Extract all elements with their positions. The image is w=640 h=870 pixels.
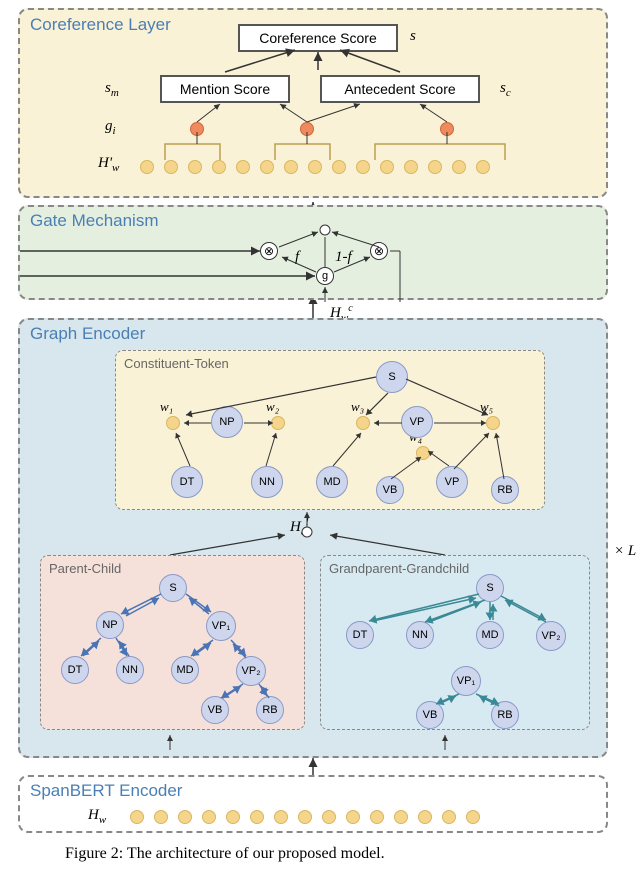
hw-label: Hw <box>88 807 106 826</box>
word-dot <box>416 446 430 460</box>
word-dot <box>356 416 370 430</box>
pc-s: S <box>159 574 187 602</box>
gate-g: g <box>316 267 334 285</box>
pc-md: MD <box>171 656 199 684</box>
gg-rb: RB <box>491 701 519 729</box>
coreference-layer: Coreference Layer Coreference Score Ment… <box>18 8 608 198</box>
spanbert-token-row <box>130 810 480 824</box>
grandparent-title: Grandparent-Grandchild <box>329 561 469 576</box>
multiply-icon: ⊗ <box>260 242 278 260</box>
oneminusf-label: 1-f <box>335 249 352 266</box>
antecedent-score-box: Antecedent Score <box>320 75 480 103</box>
span-rep-dot <box>300 122 314 136</box>
node-rb: RB <box>491 476 519 504</box>
gg-vp1: VP₁ <box>451 666 481 696</box>
node-s: S <box>376 361 408 393</box>
gi-label: gi <box>105 118 116 137</box>
node-np: NP <box>211 406 243 438</box>
gg-md: MD <box>476 621 504 649</box>
pc-vp1: VP₁ <box>206 611 236 641</box>
word-dot <box>271 416 285 430</box>
node-md: MD <box>316 466 348 498</box>
word-dot <box>486 416 500 430</box>
pc-rb: RB <box>256 696 284 724</box>
graph-encoder-title: Graph Encoder <box>30 324 145 344</box>
constituent-token-title: Constituent-Token <box>124 356 229 371</box>
coref-score-box: Coreference Score <box>238 24 398 52</box>
spanbert-title: SpanBERT Encoder <box>30 781 182 801</box>
parent-child-title: Parent-Child <box>49 561 121 576</box>
mention-score-box: Mention Score <box>160 75 290 103</box>
grandparent-block: Grandparent-Grandchild S DT NN MD VP₂ VP… <box>320 555 590 730</box>
figure-caption: Figure 2: The architecture of our propos… <box>65 845 575 863</box>
pc-np: NP <box>96 611 124 639</box>
gg-s: S <box>476 574 504 602</box>
word-dot <box>166 416 180 430</box>
constituent-token-block: Constituent-Token S w₁ w₂ w₃ w₄ w₅ NP VP… <box>115 350 545 510</box>
gate-title: Gate Mechanism <box>30 211 159 231</box>
token-rep-row <box>140 160 490 174</box>
node-dt: DT <box>171 466 203 498</box>
hcl-label: Hcl <box>290 517 309 538</box>
gg-vp2: VP₂ <box>536 621 566 651</box>
multiply-icon: ⊗ <box>370 242 388 260</box>
pc-vb: VB <box>201 696 229 724</box>
token-dot <box>140 160 154 174</box>
pc-nn: NN <box>116 656 144 684</box>
node-vp-inner: VP <box>436 466 468 498</box>
xL-label: × L <box>614 543 636 560</box>
node-vp: VP <box>401 406 433 438</box>
pc-vp2: VP₂ <box>236 656 266 686</box>
span-rep-dot <box>190 122 204 136</box>
gg-dt: DT <box>346 621 374 649</box>
hwprime-label: H'w <box>98 155 119 174</box>
gg-vb: VB <box>416 701 444 729</box>
sm-label: sm <box>105 80 119 99</box>
parent-child-block: Parent-Child S NP VP₁ DT NN MD VP₂ VB RB <box>40 555 305 730</box>
node-nn: NN <box>251 466 283 498</box>
pc-dt: DT <box>61 656 89 684</box>
gate-mechanism-layer: Gate Mechanism ⊗ ⊗ g f 1-f <box>18 205 608 300</box>
node-vb: VB <box>376 476 404 504</box>
gg-nn: NN <box>406 621 434 649</box>
sc-label: sc <box>500 80 511 99</box>
spanbert-layer: SpanBERT Encoder Hw <box>18 775 608 833</box>
coref-title: Coreference Layer <box>30 15 171 35</box>
s-label: s <box>410 28 416 45</box>
f-label: f <box>295 249 299 266</box>
span-rep-dot <box>440 122 454 136</box>
graph-encoder-layer: Graph Encoder Constituent-Token S w₁ w₂ … <box>18 318 608 758</box>
